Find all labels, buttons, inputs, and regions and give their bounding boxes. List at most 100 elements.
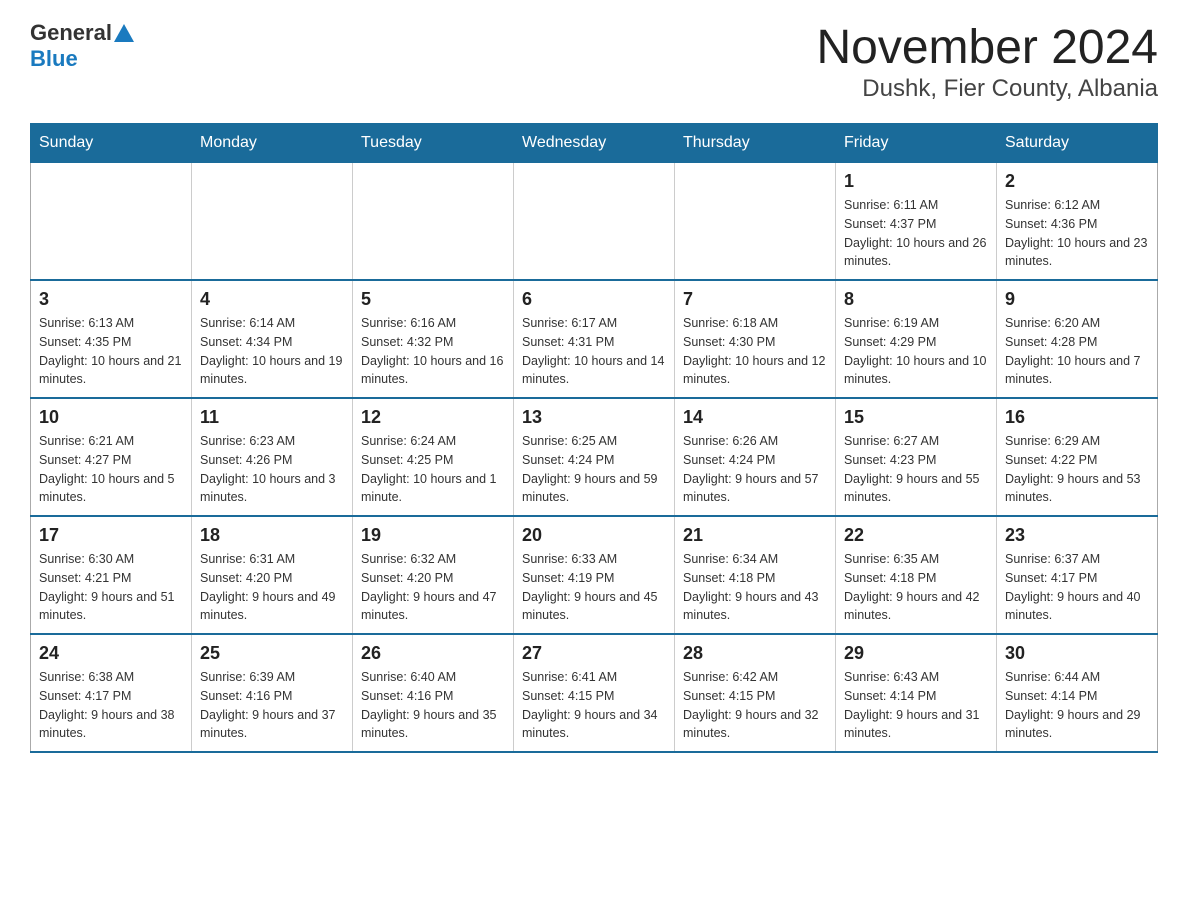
calendar-day-cell: 6 Sunrise: 6:17 AMSunset: 4:31 PMDaylight… xyxy=(514,280,675,398)
header-friday: Friday xyxy=(836,124,997,163)
calendar-day-cell: 8 Sunrise: 6:19 AMSunset: 4:29 PMDaylight… xyxy=(836,280,997,398)
day-info: Sunrise: 6:20 AMSunset: 4:28 PMDaylight:… xyxy=(1005,314,1149,389)
day-info: Sunrise: 6:11 AMSunset: 4:37 PMDaylight:… xyxy=(844,196,988,271)
day-number: 10 xyxy=(39,407,183,428)
calendar-day-cell: 27 Sunrise: 6:41 AMSunset: 4:15 PMDayligh… xyxy=(514,634,675,752)
calendar-day-cell: 17 Sunrise: 6:30 AMSunset: 4:21 PMDayligh… xyxy=(31,516,192,634)
calendar-day-cell: 9 Sunrise: 6:20 AMSunset: 4:28 PMDaylight… xyxy=(997,280,1158,398)
day-number: 19 xyxy=(361,525,505,546)
logo-general-text: General xyxy=(30,20,112,46)
day-number: 6 xyxy=(522,289,666,310)
day-number: 5 xyxy=(361,289,505,310)
day-info: Sunrise: 6:24 AMSunset: 4:25 PMDaylight:… xyxy=(361,432,505,507)
calendar-day-cell: 4 Sunrise: 6:14 AMSunset: 4:34 PMDaylight… xyxy=(192,280,353,398)
day-info: Sunrise: 6:14 AMSunset: 4:34 PMDaylight:… xyxy=(200,314,344,389)
calendar-day-cell: 20Sunrise: 6:33 AMSunset: 4:19 PMDayligh… xyxy=(514,516,675,634)
day-info: Sunrise: 6:33 AMSunset: 4:19 PMDaylight:… xyxy=(522,550,666,625)
day-number: 15 xyxy=(844,407,988,428)
calendar-day-cell: 18 Sunrise: 6:31 AMSunset: 4:20 PMDayligh… xyxy=(192,516,353,634)
day-info: Sunrise: 6:17 AMSunset: 4:31 PMDaylight:… xyxy=(522,314,666,389)
day-info: Sunrise: 6:27 AMSunset: 4:23 PMDaylight:… xyxy=(844,432,988,507)
calendar-day-cell: 5 Sunrise: 6:16 AMSunset: 4:32 PMDaylight… xyxy=(353,280,514,398)
logo: General Blue xyxy=(30,20,136,72)
calendar-day-cell: 15 Sunrise: 6:27 AMSunset: 4:23 PMDayligh… xyxy=(836,398,997,516)
day-info: Sunrise: 6:41 AMSunset: 4:15 PMDaylight:… xyxy=(522,668,666,743)
day-number: 26 xyxy=(361,643,505,664)
logo-blue-text: Blue xyxy=(30,46,78,71)
calendar-day-cell xyxy=(31,163,192,281)
day-number: 17 xyxy=(39,525,183,546)
calendar-week-row: 1 Sunrise: 6:11 AMSunset: 4:37 PMDaylight… xyxy=(31,163,1158,281)
day-number: 25 xyxy=(200,643,344,664)
calendar-day-cell: 16 Sunrise: 6:29 AMSunset: 4:22 PMDayligh… xyxy=(997,398,1158,516)
day-number: 21 xyxy=(683,525,827,546)
day-info: Sunrise: 6:43 AMSunset: 4:14 PMDaylight:… xyxy=(844,668,988,743)
day-info: Sunrise: 6:19 AMSunset: 4:29 PMDaylight:… xyxy=(844,314,988,389)
page-header: General Blue November 2024 Dushk, Fier C… xyxy=(30,20,1158,103)
header-thursday: Thursday xyxy=(675,124,836,163)
day-info: Sunrise: 6:44 AMSunset: 4:14 PMDaylight:… xyxy=(1005,668,1149,743)
calendar-subtitle: Dushk, Fier County, Albania xyxy=(816,75,1158,103)
calendar-day-cell xyxy=(192,163,353,281)
day-number: 22 xyxy=(844,525,988,546)
day-number: 1 xyxy=(844,171,988,192)
day-info: Sunrise: 6:25 AMSunset: 4:24 PMDaylight:… xyxy=(522,432,666,507)
calendar-week-row: 3 Sunrise: 6:13 AMSunset: 4:35 PMDaylight… xyxy=(31,280,1158,398)
day-number: 9 xyxy=(1005,289,1149,310)
calendar-day-cell: 21 Sunrise: 6:34 AMSunset: 4:18 PMDayligh… xyxy=(675,516,836,634)
day-number: 8 xyxy=(844,289,988,310)
day-info: Sunrise: 6:21 AMSunset: 4:27 PMDaylight:… xyxy=(39,432,183,507)
day-number: 12 xyxy=(361,407,505,428)
day-info: Sunrise: 6:40 AMSunset: 4:16 PMDaylight:… xyxy=(361,668,505,743)
day-number: 18 xyxy=(200,525,344,546)
calendar-week-row: 24Sunrise: 6:38 AMSunset: 4:17 PMDayligh… xyxy=(31,634,1158,752)
calendar-day-cell: 28Sunrise: 6:42 AMSunset: 4:15 PMDayligh… xyxy=(675,634,836,752)
calendar-day-cell: 30 Sunrise: 6:44 AMSunset: 4:14 PMDayligh… xyxy=(997,634,1158,752)
calendar-header-row: Sunday Monday Tuesday Wednesday Thursday… xyxy=(31,124,1158,163)
calendar-day-cell: 19Sunrise: 6:32 AMSunset: 4:20 PMDayligh… xyxy=(353,516,514,634)
day-number: 23 xyxy=(1005,525,1149,546)
day-info: Sunrise: 6:34 AMSunset: 4:18 PMDaylight:… xyxy=(683,550,827,625)
calendar-day-cell: 13Sunrise: 6:25 AMSunset: 4:24 PMDayligh… xyxy=(514,398,675,516)
day-info: Sunrise: 6:16 AMSunset: 4:32 PMDaylight:… xyxy=(361,314,505,389)
calendar-day-cell: 11 Sunrise: 6:23 AMSunset: 4:26 PMDayligh… xyxy=(192,398,353,516)
header-monday: Monday xyxy=(192,124,353,163)
calendar-day-cell: 12 Sunrise: 6:24 AMSunset: 4:25 PMDayligh… xyxy=(353,398,514,516)
day-number: 29 xyxy=(844,643,988,664)
day-number: 14 xyxy=(683,407,827,428)
calendar-day-cell: 3 Sunrise: 6:13 AMSunset: 4:35 PMDaylight… xyxy=(31,280,192,398)
header-tuesday: Tuesday xyxy=(353,124,514,163)
calendar-day-cell xyxy=(675,163,836,281)
day-number: 16 xyxy=(1005,407,1149,428)
calendar-title: November 2024 xyxy=(816,20,1158,75)
calendar-day-cell: 26 Sunrise: 6:40 AMSunset: 4:16 PMDayligh… xyxy=(353,634,514,752)
day-number: 3 xyxy=(39,289,183,310)
day-info: Sunrise: 6:29 AMSunset: 4:22 PMDaylight:… xyxy=(1005,432,1149,507)
day-number: 27 xyxy=(522,643,666,664)
day-number: 4 xyxy=(200,289,344,310)
title-section: November 2024 Dushk, Fier County, Albani… xyxy=(816,20,1158,103)
calendar-day-cell xyxy=(514,163,675,281)
header-saturday: Saturday xyxy=(997,124,1158,163)
calendar-day-cell: 24Sunrise: 6:38 AMSunset: 4:17 PMDayligh… xyxy=(31,634,192,752)
day-number: 30 xyxy=(1005,643,1149,664)
day-info: Sunrise: 6:30 AMSunset: 4:21 PMDaylight:… xyxy=(39,550,183,625)
calendar-day-cell: 10 Sunrise: 6:21 AMSunset: 4:27 PMDayligh… xyxy=(31,398,192,516)
calendar-day-cell xyxy=(353,163,514,281)
day-info: Sunrise: 6:39 AMSunset: 4:16 PMDaylight:… xyxy=(200,668,344,743)
day-info: Sunrise: 6:37 AMSunset: 4:17 PMDaylight:… xyxy=(1005,550,1149,625)
header-sunday: Sunday xyxy=(31,124,192,163)
calendar-table: Sunday Monday Tuesday Wednesday Thursday… xyxy=(30,123,1158,753)
day-info: Sunrise: 6:26 AMSunset: 4:24 PMDaylight:… xyxy=(683,432,827,507)
day-info: Sunrise: 6:18 AMSunset: 4:30 PMDaylight:… xyxy=(683,314,827,389)
day-number: 24 xyxy=(39,643,183,664)
day-info: Sunrise: 6:13 AMSunset: 4:35 PMDaylight:… xyxy=(39,314,183,389)
logo-triangle-icon xyxy=(114,24,134,42)
day-number: 11 xyxy=(200,407,344,428)
day-info: Sunrise: 6:23 AMSunset: 4:26 PMDaylight:… xyxy=(200,432,344,507)
calendar-day-cell: 1 Sunrise: 6:11 AMSunset: 4:37 PMDaylight… xyxy=(836,163,997,281)
calendar-day-cell: 2Sunrise: 6:12 AMSunset: 4:36 PMDaylight… xyxy=(997,163,1158,281)
day-info: Sunrise: 6:31 AMSunset: 4:20 PMDaylight:… xyxy=(200,550,344,625)
calendar-day-cell: 23 Sunrise: 6:37 AMSunset: 4:17 PMDayligh… xyxy=(997,516,1158,634)
calendar-week-row: 17 Sunrise: 6:30 AMSunset: 4:21 PMDayligh… xyxy=(31,516,1158,634)
